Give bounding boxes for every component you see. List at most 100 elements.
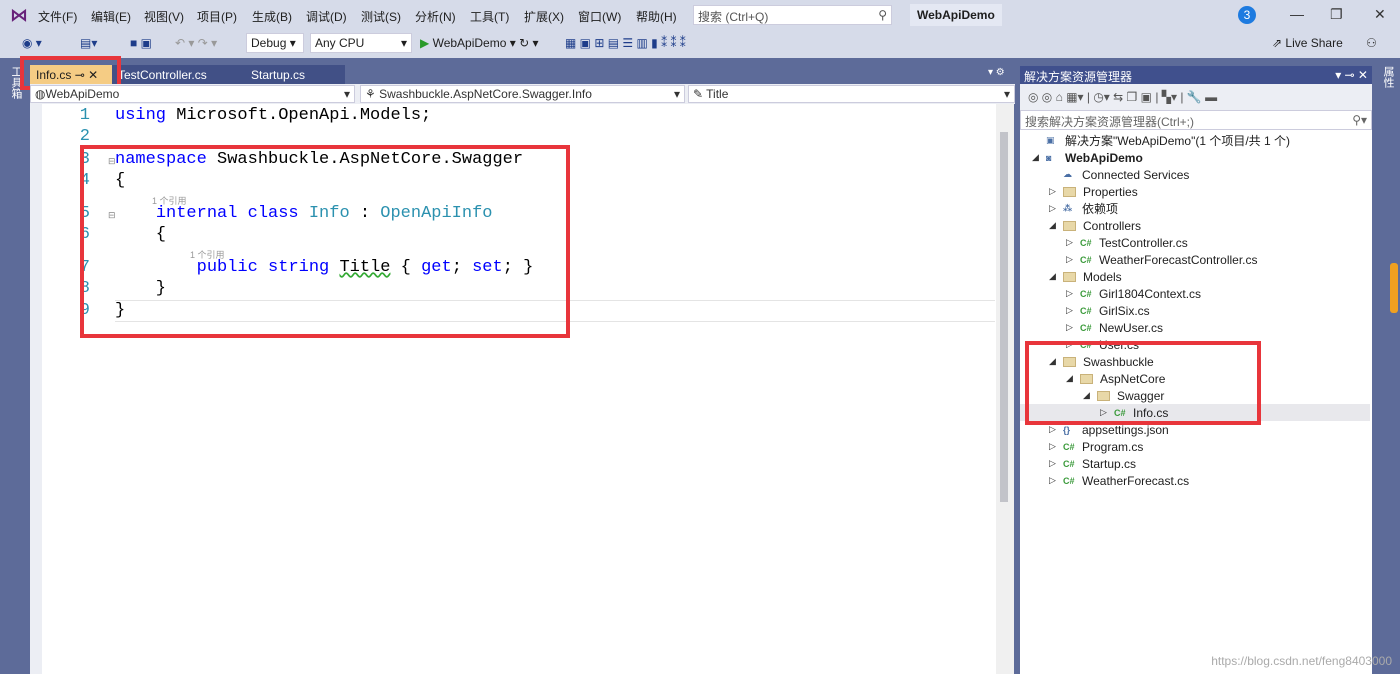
tree-item-label: Properties — [1083, 184, 1138, 199]
tree-item-label: 依赖项 — [1082, 202, 1119, 216]
solution-search-input[interactable]: 搜索解决方案资源管理器(Ctrl+;) ⚲▾ — [1020, 110, 1372, 130]
collapsed-arrow-icon[interactable]: ▷ — [1066, 254, 1080, 265]
expanded-arrow-icon[interactable]: ◢ — [1049, 271, 1063, 282]
tree-item-label: WeatherForecast.cs — [1082, 473, 1190, 488]
collapsed-arrow-icon[interactable]: ▷ — [1066, 322, 1080, 333]
type-dropdown[interactable]: ⚘ Swashbuckle.AspNetCore.Swagger.Info ▾ — [360, 85, 685, 103]
collapsed-arrow-icon[interactable]: ▷ — [1049, 441, 1063, 452]
undo-icon[interactable]: ↶ ▾ ↷ ▾ — [175, 36, 217, 50]
restore-icon[interactable]: ❐ — [1330, 6, 1343, 23]
tree-item[interactable]: ▷ C# WeatherForecast.cs — [1020, 472, 1370, 489]
tree-item-label: Program.cs — [1082, 439, 1144, 454]
expanded-arrow-icon[interactable]: ◢ — [1049, 220, 1063, 231]
save-icon[interactable]: ■ ▣ — [130, 36, 152, 50]
menu-item[interactable]: 扩展(X) — [524, 8, 564, 25]
collapsed-arrow-icon[interactable]: ▷ — [1066, 237, 1080, 248]
tree-item-label: WebApiDemo — [1065, 150, 1143, 165]
menu-item[interactable]: 项目(P) — [197, 8, 237, 25]
tree-item-label: TestController.cs — [1099, 235, 1188, 250]
menu-item[interactable]: 测试(S) — [361, 8, 401, 25]
tree-item[interactable]: ▷ C# NewUser.cs — [1020, 319, 1370, 336]
tree-item-label: 解决方案"WebApiDemo"(1 个项目/共 1 个) — [1065, 134, 1291, 148]
menu-item[interactable]: 生成(B) — [252, 8, 292, 25]
tree-item[interactable]: ◢ Controllers — [1020, 217, 1370, 234]
run-button[interactable]: ▶ WebApiDemo ▾ ↻ ▾ — [420, 36, 539, 50]
project-value: WebApiDemo — [45, 87, 120, 101]
right-tool-strip: 属性 — [1372, 58, 1400, 674]
tree-item-label: Controllers — [1083, 218, 1142, 233]
tree-item[interactable]: ▷ ⁂ 依赖项 — [1020, 200, 1370, 217]
tree-item[interactable]: ▷ C# Girl1804Context.cs — [1020, 285, 1370, 302]
platform-value: Any CPU — [315, 36, 365, 50]
expanded-arrow-icon[interactable]: ◢ — [1032, 152, 1046, 163]
feedback-icon[interactable]: ⚇ — [1366, 36, 1377, 50]
new-project-icon[interactable]: ▤▾ — [80, 36, 97, 50]
tab-startup[interactable]: Startup.cs — [245, 65, 345, 84]
collapsed-arrow-icon[interactable]: ▷ — [1049, 458, 1063, 469]
tab-options-icon[interactable]: ▾ ⚙ — [988, 67, 1005, 78]
watermark: https://blog.csdn.net/feng8403000 — [1211, 654, 1392, 668]
tree-item[interactable]: ▷ C# GirlSix.cs — [1020, 302, 1370, 319]
search-input[interactable]: 搜索 (Ctrl+Q) ⚲ — [693, 5, 892, 25]
config-value: Debug — [251, 36, 287, 50]
menu-item[interactable]: 分析(N) — [415, 8, 456, 25]
json-icon: {} — [1063, 424, 1071, 435]
collapsed-arrow-icon[interactable]: ▷ — [1066, 288, 1080, 299]
cs-icon: C# — [1080, 237, 1092, 248]
cs-icon: C# — [1080, 322, 1092, 333]
tree-item[interactable]: ◢ Models — [1020, 268, 1370, 285]
left-tool-strip: 工具箱 — [0, 58, 30, 674]
tree-item-label: Connected Services — [1082, 167, 1190, 182]
back-icon[interactable]: ◉ ▾ — [22, 36, 42, 50]
project-dropdown[interactable]: ◍WebApiDemo ▾ — [30, 85, 355, 103]
tree-item[interactable]: ▷ Properties — [1020, 183, 1370, 200]
platform-select[interactable]: Any CPU ▾ — [310, 33, 412, 53]
tree-item[interactable]: ▷ C# Startup.cs — [1020, 455, 1370, 472]
collapsed-arrow-icon[interactable]: ▷ — [1049, 424, 1063, 435]
play-icon: ▶ — [420, 36, 430, 50]
menu-item[interactable]: 编辑(E) — [91, 8, 131, 25]
cs-icon: C# — [1080, 288, 1092, 299]
config-select[interactable]: Debug ▾ — [246, 33, 304, 53]
solution-explorer-toolbar: ◎ ◎ ⌂ ▦▾ | ◷▾ ⇆ ❐ ▣ | ▚▾ | 🔧 ▬ — [1020, 84, 1372, 110]
live-share-button[interactable]: ⇗ Live Share — [1272, 36, 1343, 50]
service-icon: ☁ — [1063, 169, 1072, 179]
collapsed-arrow-icon[interactable]: ▷ — [1066, 305, 1080, 316]
code-line-1: using Microsoft.OpenApi.Models; — [115, 106, 432, 125]
window-title: WebApiDemo — [910, 4, 1002, 26]
tree-item[interactable]: ▷ C# WeatherForecastController.cs — [1020, 251, 1370, 268]
close-icon[interactable]: ✕ — [1374, 6, 1386, 23]
tree-item[interactable]: ▣ 解决方案"WebApiDemo"(1 个项目/共 1 个) — [1020, 132, 1370, 149]
collapsed-arrow-icon[interactable]: ▷ — [1049, 203, 1063, 214]
tab-testcontroller[interactable]: TestController.cs — [112, 65, 246, 84]
visual-studio-logo-icon: ⋈ — [10, 5, 28, 25]
cs-icon: C# — [1063, 441, 1075, 452]
properties-tab[interactable]: 属性 — [1380, 66, 1396, 88]
search-icon: ⚲ — [878, 8, 887, 22]
menu-item[interactable]: 窗口(W) — [578, 8, 621, 25]
editor-scrollbar[interactable] — [996, 104, 1014, 674]
minimize-icon[interactable]: — — [1290, 6, 1304, 22]
tree-item[interactable]: ▷ C# Program.cs — [1020, 438, 1370, 455]
panel-controls-icon[interactable]: ▾ ⊸ ✕ — [1335, 68, 1368, 82]
toolbar-icons[interactable]: ▦ ▣ ⊞ ▤ ☰ ▥ ▮ ⁑ ⁑ ⁑ — [565, 36, 686, 50]
highlight-code — [80, 145, 570, 338]
member-dropdown[interactable]: ✎ Title ▾ — [688, 85, 1015, 103]
tree-item-label: Startup.cs — [1082, 456, 1137, 471]
tree-item[interactable]: ◢ ◙ WebApiDemo — [1020, 149, 1370, 166]
menu-item[interactable]: 调试(D) — [306, 8, 347, 25]
collapsed-arrow-icon[interactable]: ▷ — [1049, 186, 1063, 197]
menu-item[interactable]: 视图(V) — [144, 8, 184, 25]
document-tabs: Info.cs ⊸ ✕ TestController.cs Startup.cs… — [30, 62, 1015, 84]
tree-item[interactable]: ▷ C# TestController.cs — [1020, 234, 1370, 251]
collapsed-arrow-icon[interactable]: ▷ — [1049, 475, 1063, 486]
tree-item[interactable]: ☁ Connected Services — [1020, 166, 1370, 183]
explorer-tool-icons[interactable]: ◎ ◎ ⌂ ▦▾ | ◷▾ ⇆ ❐ ▣ | ▚▾ | 🔧 ▬ — [1028, 90, 1217, 104]
notifications-badge[interactable]: 3 — [1238, 6, 1256, 24]
folder-icon — [1063, 186, 1076, 197]
menu-item[interactable]: 文件(F) — [38, 8, 77, 25]
menu-item[interactable]: 工具(T) — [470, 8, 509, 25]
search-placeholder: 搜索解决方案资源管理器(Ctrl+;) — [1025, 115, 1194, 129]
menu-item[interactable]: 帮助(H) — [636, 8, 677, 25]
type-value: Swashbuckle.AspNetCore.Swagger.Info — [379, 87, 592, 101]
